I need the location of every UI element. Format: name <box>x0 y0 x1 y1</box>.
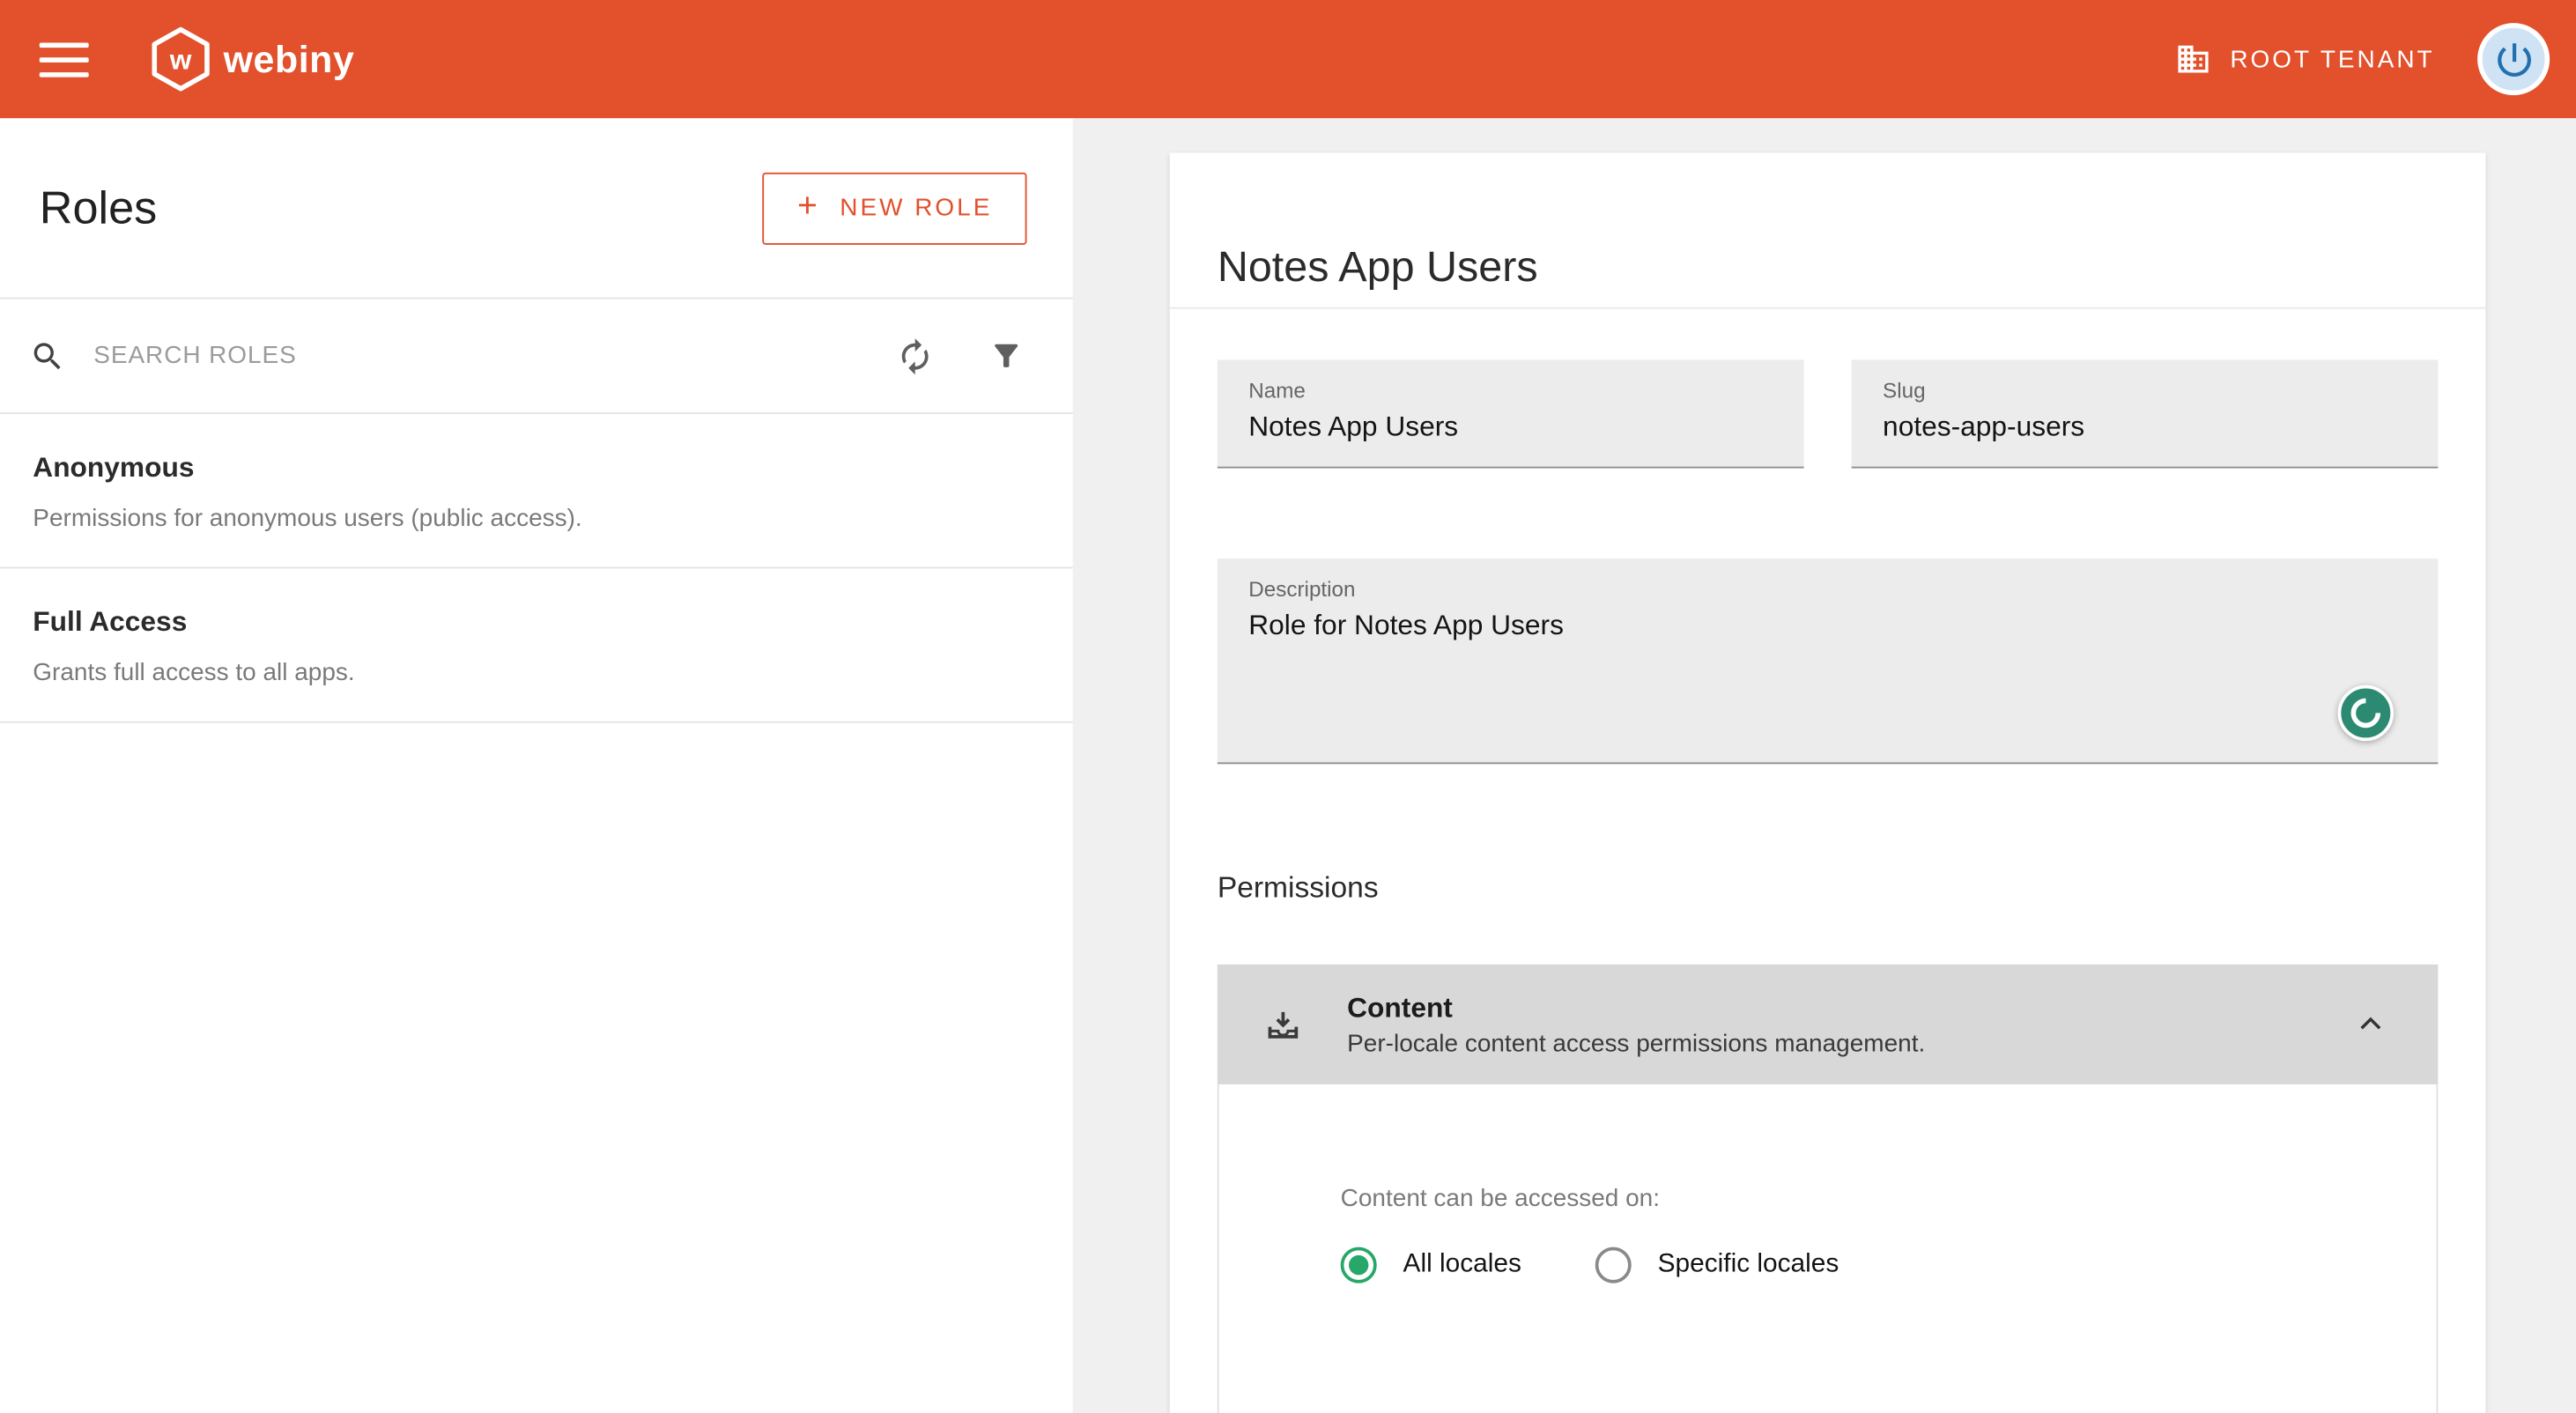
new-role-button-label: NEW ROLE <box>840 194 992 222</box>
inbox-icon <box>1263 1005 1303 1045</box>
radio-unchecked-icon[interactable] <box>1595 1247 1632 1284</box>
radio-label-all-locales: All locales <box>1403 1250 1521 1280</box>
search-bar <box>0 299 1073 414</box>
radio-checked-icon[interactable] <box>1341 1247 1377 1284</box>
name-field-value: Notes App Users <box>1248 411 1773 443</box>
refresh-icon <box>895 336 935 375</box>
slug-field-value: notes-app-users <box>1883 411 2407 443</box>
chat-bubble-icon <box>2345 692 2387 734</box>
top-app-bar: w webiny ROOT TENANT <box>0 0 2576 118</box>
topbar-left: w webiny <box>40 26 355 92</box>
help-chat-badge[interactable] <box>2338 685 2394 741</box>
content-access-label: Content can be accessed on: <box>1341 1185 2387 1213</box>
refresh-button[interactable] <box>895 336 935 375</box>
permissions-heading: Permissions <box>1218 871 2439 906</box>
content-permissions-accordion: Content Per-locale content access permis… <box>1218 965 2439 1413</box>
description-field-value: Role for Notes App Users <box>1248 610 2407 642</box>
accordion-header-content[interactable]: Content Per-locale content access permis… <box>1218 965 2439 1084</box>
locale-radio-group: All locales Specific locales <box>1341 1247 2387 1284</box>
radio-option-specific-locales[interactable]: Specific locales <box>1595 1247 1839 1284</box>
card-header: Notes App Users <box>1170 152 2486 308</box>
description-field-label: Description <box>1248 577 2407 602</box>
search-icon <box>30 337 66 374</box>
name-field[interactable]: Name Notes App Users <box>1218 359 1804 468</box>
page-title: Roles <box>40 181 158 234</box>
radio-option-all-locales[interactable]: All locales <box>1341 1247 1521 1284</box>
logo-letter: w <box>169 43 192 75</box>
role-list-item-anonymous[interactable]: Anonymous Permissions for anonymous user… <box>0 414 1073 568</box>
power-icon <box>2491 37 2535 81</box>
accordion-title: Content <box>1347 992 2352 1025</box>
description-field[interactable]: Description Role for Notes App Users <box>1218 559 2439 764</box>
radio-label-specific-locales: Specific locales <box>1658 1250 1839 1280</box>
card-body: Name Notes App Users Slug notes-app-user… <box>1170 309 2486 1413</box>
hexagon-logo-icon: w <box>152 26 211 92</box>
roles-panel: Roles + NEW ROLE <box>0 118 1073 1413</box>
slug-field-label: Slug <box>1883 378 2407 403</box>
slug-field[interactable]: Slug notes-app-users <box>1852 359 2439 468</box>
filter-icon <box>989 338 1024 373</box>
building-icon <box>2176 41 2212 78</box>
accordion-subtitle: Per-locale content access permissions ma… <box>1347 1029 2352 1057</box>
role-description: Grants full access to all apps. <box>33 659 1033 687</box>
plus-icon: + <box>797 189 820 223</box>
role-name: Anonymous <box>33 452 1033 485</box>
accordion-titles: Content Per-locale content access permis… <box>1347 992 2352 1058</box>
webiny-logo[interactable]: w webiny <box>152 26 355 92</box>
role-detail-card: Notes App Users Name Notes App Users Slu… <box>1170 152 2486 1413</box>
role-description: Permissions for anonymous users (public … <box>33 505 1033 533</box>
avatar[interactable] <box>2477 23 2550 95</box>
tenant-selector[interactable]: ROOT TENANT <box>2176 41 2435 78</box>
role-list-item-full-access[interactable]: Full Access Grants full access to all ap… <box>0 568 1073 722</box>
name-slug-row: Name Notes App Users Slug notes-app-user… <box>1218 359 2439 468</box>
accordion-body-content: Content can be accessed on: All locales … <box>1218 1084 2439 1413</box>
new-role-button[interactable]: + NEW ROLE <box>763 172 1027 244</box>
screen: w webiny ROOT TENANT Roles <box>0 0 2576 1413</box>
main-content: Roles + NEW ROLE <box>0 118 2576 1413</box>
brand-wordmark: webiny <box>224 37 355 81</box>
topbar-right: ROOT TENANT <box>2176 23 2550 95</box>
role-detail-panel: Notes App Users Name Notes App Users Slu… <box>1073 118 2576 1413</box>
filter-button[interactable] <box>989 338 1024 373</box>
role-title: Notes App Users <box>1218 240 2439 292</box>
search-input[interactable] <box>91 340 896 371</box>
name-field-label: Name <box>1248 378 1773 403</box>
tenant-label: ROOT TENANT <box>2230 45 2434 73</box>
role-name: Full Access <box>33 606 1033 639</box>
roles-panel-header: Roles + NEW ROLE <box>0 118 1073 299</box>
chevron-up-icon[interactable] <box>2352 1006 2388 1042</box>
menu-icon[interactable] <box>40 42 89 77</box>
